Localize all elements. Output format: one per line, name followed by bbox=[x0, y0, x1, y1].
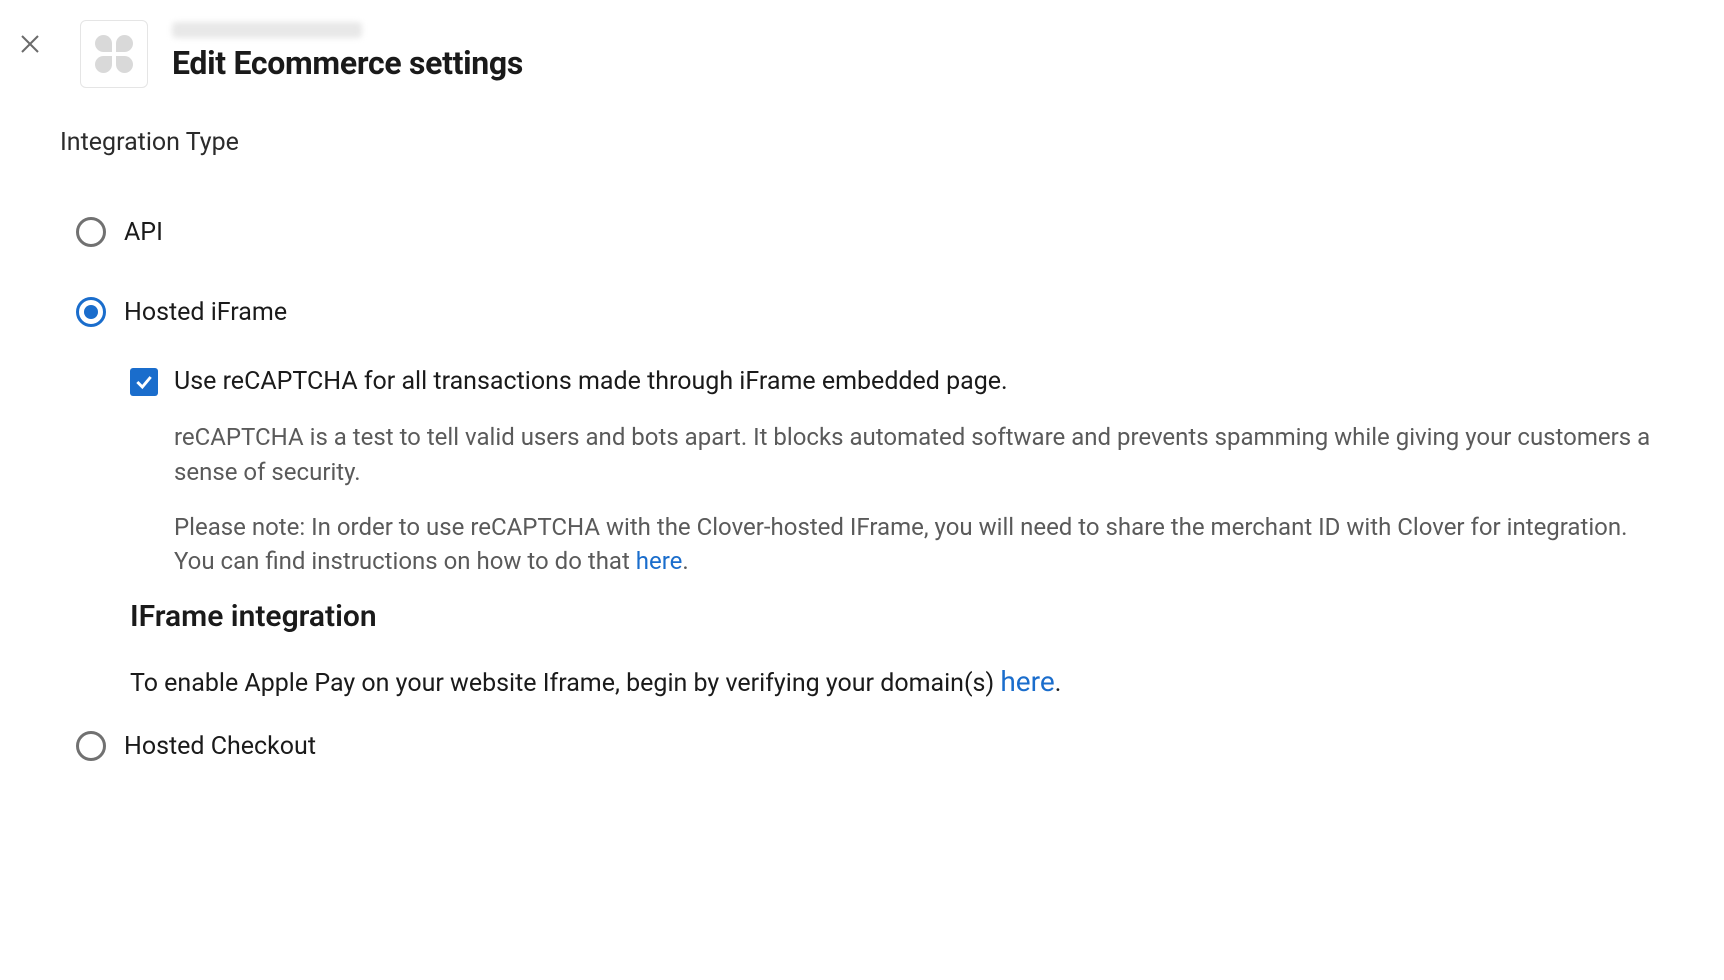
recaptcha-desc-2-suffix: . bbox=[682, 547, 688, 575]
content: Integration Type API Hosted iFrame Use r… bbox=[0, 88, 1724, 761]
recaptcha-desc-1: reCAPTCHA is a test to tell valid users … bbox=[174, 420, 1664, 490]
checkbox-label-recaptcha: Use reCAPTCHA for all transactions made … bbox=[174, 367, 1008, 396]
radio-label-hosted-checkout: Hosted Checkout bbox=[124, 732, 316, 761]
recaptcha-desc-2-prefix: Please note: In order to use reCAPTCHA w… bbox=[174, 513, 1627, 576]
radio-hosted-checkout[interactable] bbox=[76, 731, 106, 761]
page-title: Edit Ecommerce settings bbox=[172, 44, 523, 82]
close-button[interactable] bbox=[0, 20, 60, 56]
radio-label-api: API bbox=[124, 218, 163, 247]
iframe-integration-desc: To enable Apple Pay on your website Ifra… bbox=[130, 662, 1664, 701]
iframe-desc-suffix: . bbox=[1055, 669, 1062, 698]
breadcrumb-blurred bbox=[172, 22, 362, 38]
close-icon bbox=[18, 32, 42, 56]
title-block: Edit Ecommerce settings bbox=[172, 20, 523, 82]
radio-api[interactable] bbox=[76, 217, 106, 247]
clover-icon bbox=[95, 35, 133, 73]
radio-row-hosted-iframe[interactable]: Hosted iFrame bbox=[76, 297, 1664, 327]
recaptcha-desc-2: Please note: In order to use reCAPTCHA w… bbox=[174, 510, 1664, 580]
checkbox-row-recaptcha: Use reCAPTCHA for all transactions made … bbox=[130, 367, 1664, 396]
iframe-integration-heading: IFrame integration bbox=[130, 599, 1664, 634]
radio-hosted-iframe[interactable] bbox=[76, 297, 106, 327]
iframe-desc-prefix: To enable Apple Pay on your website Ifra… bbox=[130, 669, 1000, 698]
checkbox-recaptcha[interactable] bbox=[130, 368, 158, 396]
checkmark-icon bbox=[134, 372, 154, 392]
hosted-iframe-subblock: Use reCAPTCHA for all transactions made … bbox=[130, 367, 1664, 701]
app-logo bbox=[80, 20, 148, 88]
radio-label-hosted-iframe: Hosted iFrame bbox=[124, 298, 287, 327]
header-row: Edit Ecommerce settings bbox=[0, 0, 1724, 88]
radio-row-hosted-checkout[interactable]: Hosted Checkout bbox=[76, 731, 1664, 761]
section-label: Integration Type bbox=[60, 128, 1664, 157]
applepay-here-link[interactable]: here bbox=[1000, 665, 1054, 698]
radio-row-api[interactable]: API bbox=[76, 217, 1664, 247]
recaptcha-here-link[interactable]: here bbox=[636, 547, 683, 575]
